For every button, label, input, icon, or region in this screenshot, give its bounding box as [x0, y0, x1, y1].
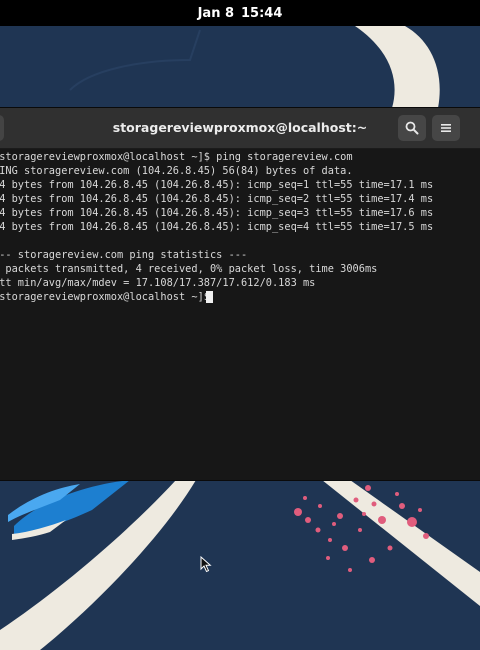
header-bar[interactable]: storagereviewproxmox@localhost:~: [0, 108, 480, 149]
clock-date[interactable]: Jan 8: [198, 6, 234, 21]
terminal-line: PING storagereview.com (104.26.8.45) 56(…: [0, 165, 353, 177]
hamburger-menu-icon: [441, 124, 451, 132]
terminal-prompt[interactable]: [storagereviewproxmox@localhost ~]$: [0, 290, 216, 304]
terminal-line: 64 bytes from 104.26.8.45 (104.26.8.45):…: [0, 193, 434, 205]
search-icon: [405, 121, 419, 135]
terminal-line: --- storagereview.com ping statistics --…: [0, 249, 248, 261]
terminal-line: 64 bytes from 104.26.8.45 (104.26.8.45):…: [0, 179, 434, 191]
text-cursor: [206, 291, 213, 303]
mouse-pointer-icon: [200, 556, 212, 573]
terminal-line: rtt min/avg/max/mdev = 17.108/17.387/17.…: [0, 277, 316, 289]
search-button[interactable]: [398, 115, 426, 141]
terminal-output[interactable]: [storagereviewproxmox@localhost ~]$ ping…: [0, 149, 480, 480]
top-bar: Jan 8 15:44: [0, 0, 480, 26]
terminal-line: 64 bytes from 104.26.8.45 (104.26.8.45):…: [0, 221, 434, 233]
terminal-line: 4 packets transmitted, 4 received, 0% pa…: [0, 263, 378, 275]
terminal-window[interactable]: storagereviewproxmox@localhost:~ [storag…: [0, 108, 480, 480]
terminal-line: [storagereviewproxmox@localhost ~]$ ping…: [0, 151, 353, 163]
menu-button[interactable]: [432, 115, 460, 141]
clock-time[interactable]: 15:44: [241, 6, 282, 21]
terminal-line: 64 bytes from 104.26.8.45 (104.26.8.45):…: [0, 207, 434, 219]
